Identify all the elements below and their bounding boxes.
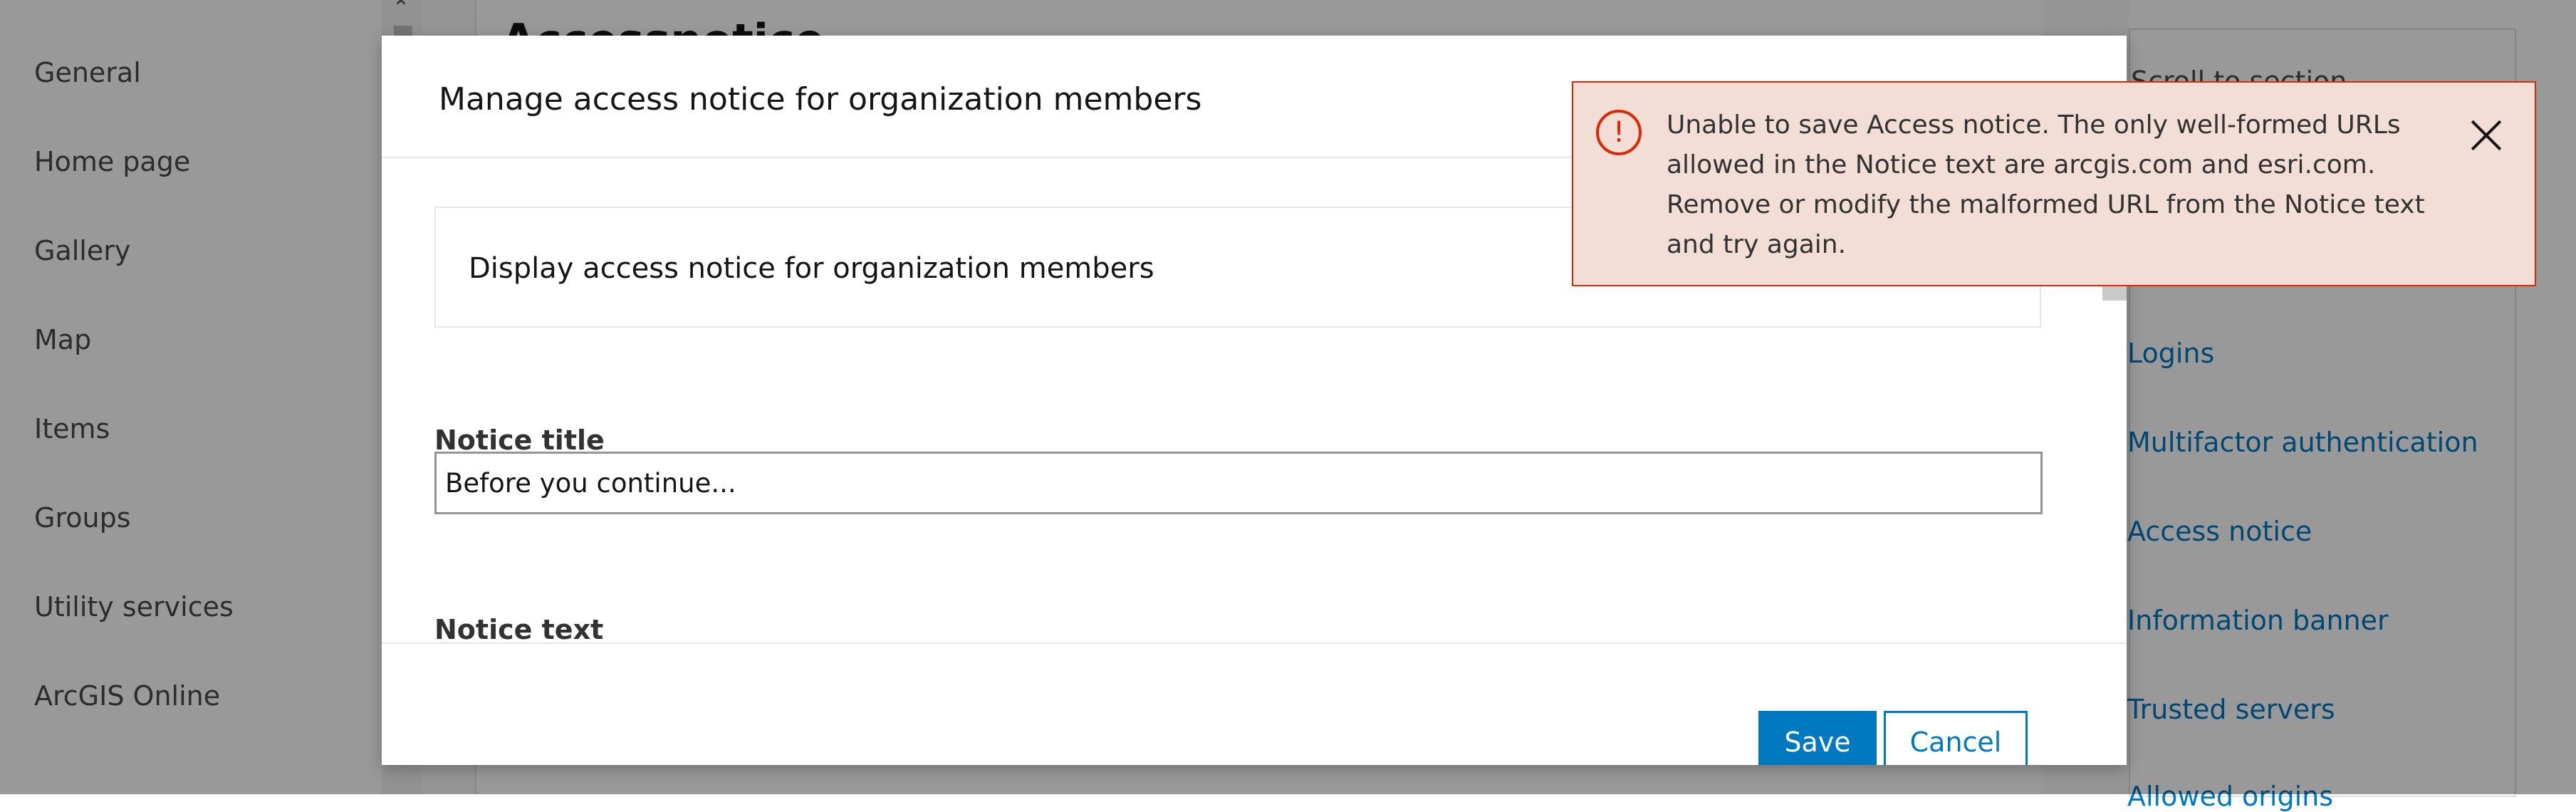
modal-title: Manage access notice for organization me…: [439, 81, 1202, 118]
notice-text-label: Notice text: [434, 614, 604, 645]
cancel-button[interactable]: Cancel: [1884, 711, 2028, 765]
alert-message: Unable to save Access notice. The only w…: [1667, 110, 2425, 259]
exclamation-circle-icon: !: [1596, 110, 1642, 155]
error-alert: ! Unable to save Access notice. The only…: [1572, 81, 2536, 286]
display-notice-label: Display access notice for organization m…: [469, 252, 1154, 285]
modal-footer: Save Cancel: [382, 642, 2127, 765]
notice-title-input[interactable]: [434, 452, 2043, 514]
close-icon[interactable]: [2465, 114, 2508, 157]
save-button[interactable]: Save: [1758, 711, 1877, 765]
